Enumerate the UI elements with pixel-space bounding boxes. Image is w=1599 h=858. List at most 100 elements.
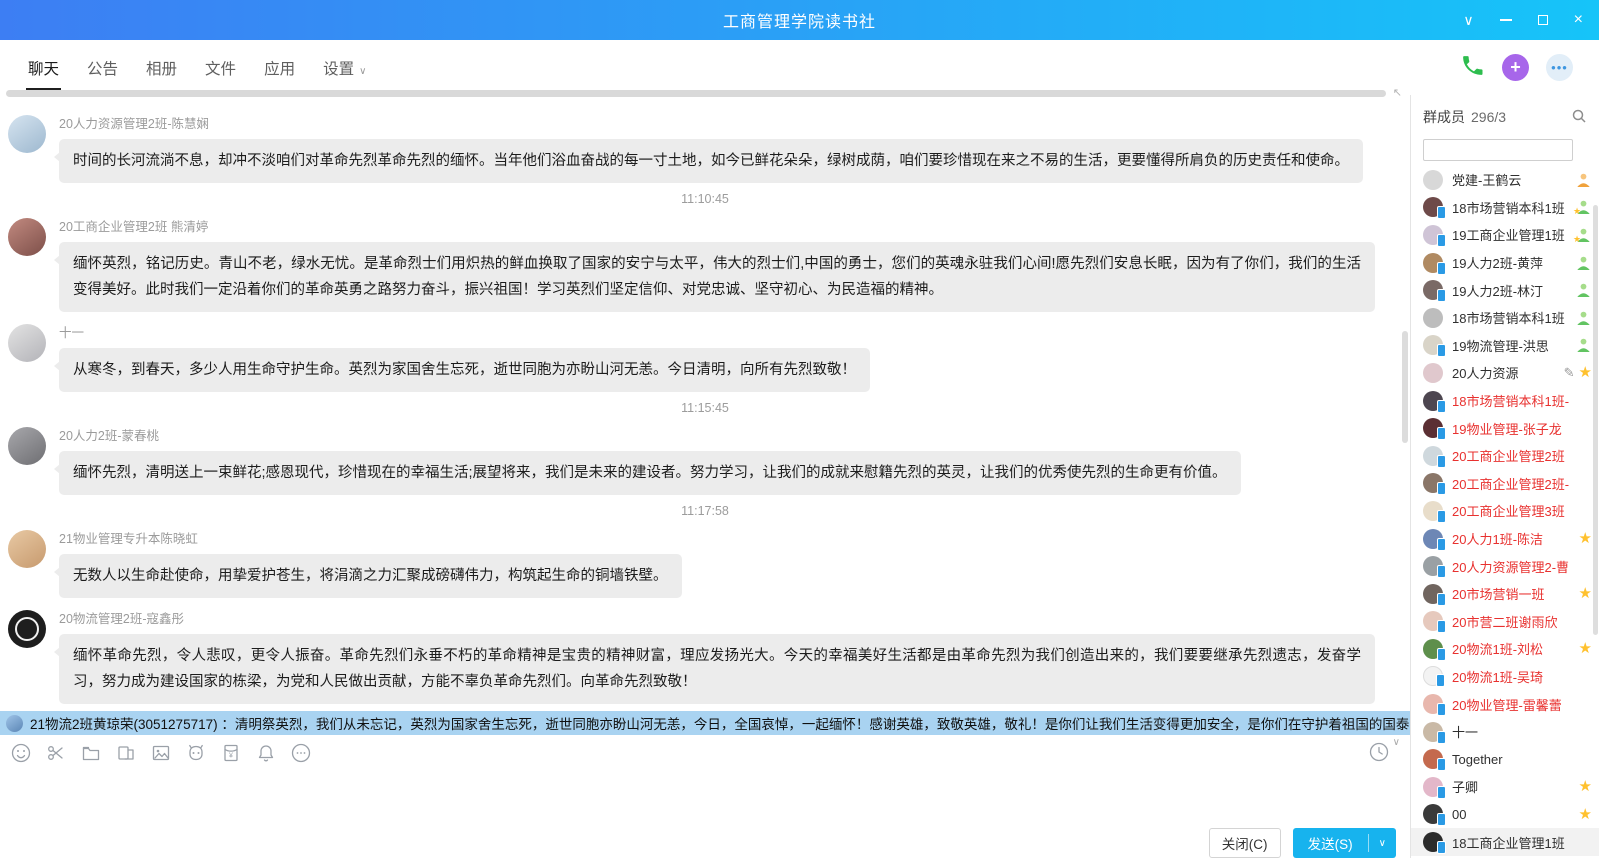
avatar [1423,749,1443,769]
member-row[interactable]: 子卿 ★ [1411,773,1599,801]
avatar [1423,501,1443,521]
member-row[interactable]: 18市场营销本科1班 ★ [1411,194,1599,222]
sender-name: 20物流管理2班-寇鑫彤 [59,608,1398,627]
send-button[interactable]: 发送(S) ∨ [1293,828,1396,858]
avatar [1423,473,1443,493]
member-search-input[interactable] [1423,139,1573,161]
member-person-icon [1575,310,1592,326]
avatar [1423,280,1443,300]
quoted-selection-line[interactable]: 21物流2班黄琼荣(3051275717) ：清明祭英烈，我们从未忘记，英烈为国… [0,711,1410,735]
member-name: 20工商企业管理2班- [1452,474,1592,493]
member-row[interactable]: 20人力1班-陈洁 ★ [1411,525,1599,553]
member-row[interactable]: 18工商企业管理1班 [1411,828,1599,856]
avatar [1423,529,1443,549]
input-toolbar: ¥ [0,735,1410,772]
avatar [1423,308,1443,328]
tab-settings[interactable]: 设置∨ [309,38,380,98]
vertical-scrollbar[interactable] [1402,331,1408,443]
sticker-icon[interactable] [185,742,207,769]
image-icon[interactable] [150,742,172,769]
member-scrollbar[interactable] [1593,205,1598,635]
more-tools-icon[interactable] [290,742,312,769]
input-area: 21物流2班黄琼荣(3051275717) ：清明祭英烈，我们从未忘记，英烈为国… [0,711,1410,858]
red-packet-icon[interactable]: ¥ [220,742,242,769]
horizontal-scrollbar[interactable] [6,90,1386,97]
restore-icon[interactable] [1538,15,1548,25]
member-row[interactable]: 19工商企业管理1班 ★ [1411,221,1599,249]
tab-chat[interactable]: 聊天 [14,38,73,98]
member-row[interactable]: 20人力资源管理2-曹 [1411,552,1599,580]
avatar [1423,832,1443,852]
minimize-icon[interactable] [1500,19,1512,21]
collapse-corner-icon[interactable]: ↖ [1393,86,1402,99]
member-row[interactable]: 20人力资源 ✎★ [1411,359,1599,387]
member-row[interactable]: 19人力2班-林汀 [1411,276,1599,304]
member-row[interactable]: 党建-王鹤云 [1411,166,1599,194]
star-icon: ★ [1579,641,1592,656]
avatar[interactable] [8,530,46,568]
member-name: 19物业管理-张子龙 [1452,419,1592,438]
tab-albums-label: 相册 [146,61,177,78]
avatar [1423,639,1443,659]
member-name: 子卿 [1452,777,1579,796]
member-row[interactable]: 十一 [1411,718,1599,746]
member-name: 19物流管理-洪思 [1452,336,1575,355]
member-row[interactable]: 18市场营销本科1班 [1411,304,1599,332]
member-name: 18工商企业管理1班 [1452,833,1592,852]
more-actions-icon[interactable]: ••• [1546,54,1573,81]
folder-icon[interactable] [80,742,102,769]
avatar[interactable] [8,324,46,362]
window-menu-icon[interactable]: ∨ [1463,13,1473,27]
avatar[interactable] [8,115,46,153]
edit-card-icon[interactable]: ✎ [1564,365,1575,381]
member-row[interactable]: 20物流1班-吴琦 [1411,663,1599,691]
close-icon[interactable]: × [1574,12,1583,28]
message-bubble: 无数人以生命赴使命，用挚爱护苍生，将涓滴之力汇聚成磅礴伟力，构筑起生命的铜墙铁壁… [59,554,682,598]
search-icon[interactable] [1571,108,1587,127]
shake-bell-icon[interactable] [255,742,277,769]
avatar [1423,777,1443,797]
avatar [1423,722,1443,742]
star-icon: ★ [1579,807,1592,822]
screenshot-icon[interactable] [45,742,67,769]
member-row[interactable]: 20市营二班谢雨欣 [1411,608,1599,636]
member-row[interactable]: 19人力2班-黄萍 [1411,249,1599,277]
member-row[interactable]: 19物流管理-洪思 [1411,332,1599,360]
tab-files[interactable]: 文件 [191,38,250,98]
member-row[interactable]: 20工商企业管理2班- [1411,470,1599,498]
sender-name: 20人力资源管理2班-陈慧娴 [59,113,1398,132]
history-clock-icon[interactable] [1368,741,1390,768]
screen-capture-icon[interactable] [115,742,137,769]
member-row[interactable]: 20工商企业管理2班 [1411,442,1599,470]
close-button[interactable]: 关闭(C) [1209,828,1281,858]
send-options-chevron-icon[interactable]: ∨ [1369,838,1396,849]
window-controls: ∨ × [1463,0,1583,40]
member-name: 18市场营销本科1班 [1452,308,1575,327]
member-row[interactable]: 20物流1班-刘松 ★ [1411,635,1599,663]
member-row[interactable]: 00 ★ [1411,801,1599,829]
tab-albums[interactable]: 相册 [132,38,191,98]
chat-message: 十一 从寒冬，到春天，多少人用生命守护生命。英烈为家国舍生忘死，逝世同胞为亦盼山… [0,313,1410,393]
call-icon[interactable] [1460,53,1485,83]
avatar[interactable] [8,218,46,256]
member-row[interactable]: Together [1411,745,1599,773]
avatar[interactable] [8,427,46,465]
chat-message: 21物业管理专升本陈晓虹 无数人以生命赴使命，用挚爱护苍生，将涓滴之力汇聚成磅礴… [0,519,1410,599]
message-bubble: 缅怀革命先烈，令人悲叹，更令人振奋。革命先烈们永垂不朽的革命精神是宝贵的精神财富… [59,634,1375,704]
tab-announcements[interactable]: 公告 [73,38,132,98]
member-row[interactable]: 20物业管理-雷馨蕾 [1411,690,1599,718]
quoted-avatar [6,715,23,732]
member-row[interactable]: 20工商企业管理3班 [1411,497,1599,525]
timestamp: 11:15:45 [0,393,1410,416]
emoji-icon[interactable] [10,742,32,769]
member-row[interactable]: 18市场营销本科1班- [1411,387,1599,415]
tab-bar: 聊天 公告 相册 文件 应用 设置∨ + ••• [0,40,1599,95]
member-sidebar: 群成员 296/3 党建-王鹤云 18市场营销本科1班 ★ [1410,95,1599,858]
avatar[interactable] [8,610,46,648]
message-input[interactable] [0,772,1410,820]
send-button-label: 发送(S) [1293,833,1368,853]
member-row[interactable]: 19物业管理-张子龙 [1411,414,1599,442]
invite-add-icon[interactable]: + [1502,54,1529,81]
tab-apps[interactable]: 应用 [250,38,309,98]
member-row[interactable]: 20市场营销一班 ★ [1411,580,1599,608]
